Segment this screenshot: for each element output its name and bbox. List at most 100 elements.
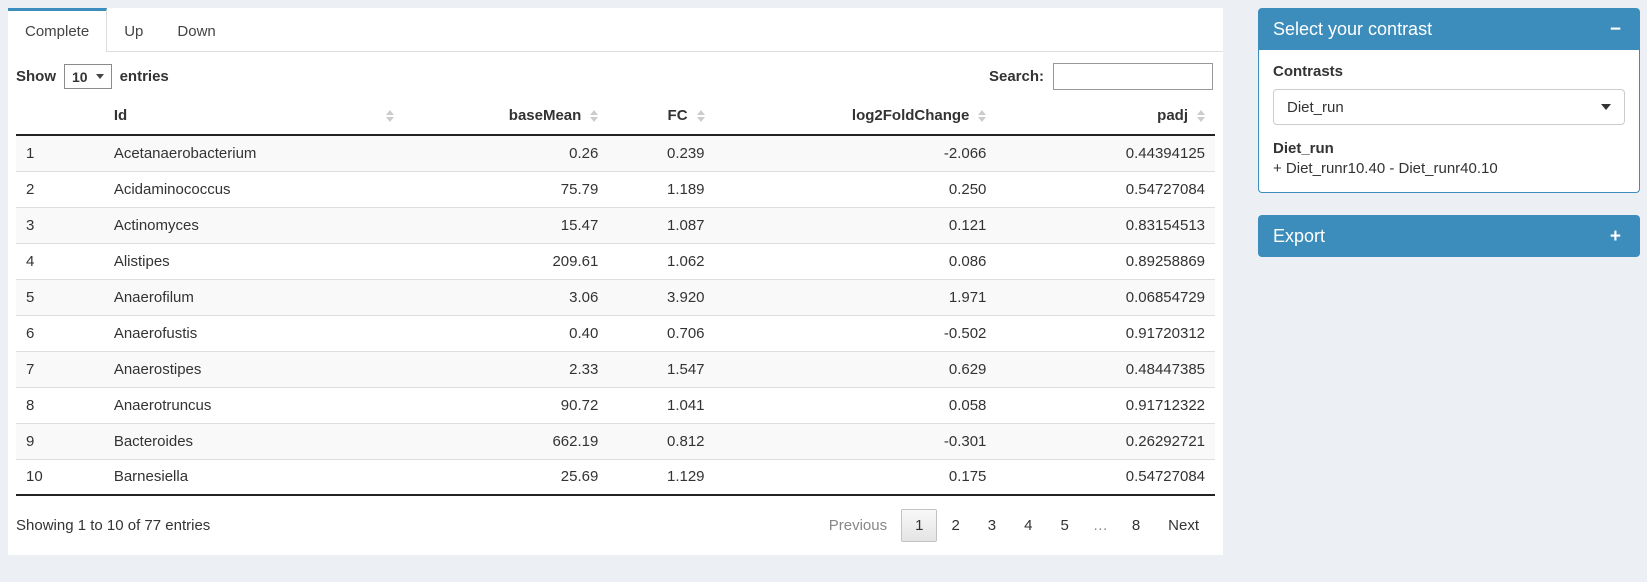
search-input[interactable] (1053, 63, 1213, 90)
page-number-2[interactable]: 2 (937, 509, 973, 542)
cell-log2fc: 1.971 (715, 279, 997, 315)
column-header-fc-label: FC (668, 107, 688, 124)
cell-padj: 0.89258869 (996, 243, 1215, 279)
cell-basemean: 75.79 (404, 171, 608, 207)
cell-id: Bacteroides (104, 423, 404, 459)
sort-icon (1197, 110, 1205, 122)
results-panel: Complete Up Down Show 10 entries Search: (8, 8, 1223, 555)
cell-fc: 1.189 (608, 171, 714, 207)
cell-index: 8 (16, 387, 104, 423)
cell-index: 4 (16, 243, 104, 279)
expand-plus-icon[interactable]: + (1606, 225, 1625, 248)
tab-down-label: Down (177, 23, 215, 40)
contrast-box-title: Select your contrast (1273, 19, 1432, 40)
column-header-basemean[interactable]: baseMean (404, 97, 608, 135)
sort-icon (697, 110, 705, 122)
cell-id: Acidaminococcus (104, 171, 404, 207)
cell-fc: 0.239 (608, 135, 714, 171)
table-wrap: Id baseMean FC (8, 97, 1223, 496)
cell-padj: 0.83154513 (996, 207, 1215, 243)
cell-id: Actinomyces (104, 207, 404, 243)
table-header-row: Id baseMean FC (16, 97, 1215, 135)
table-footer: Showing 1 to 10 of 77 entries Previous12… (8, 496, 1223, 542)
page-length-select[interactable]: 10 (64, 64, 112, 89)
cell-basemean: 662.19 (404, 423, 608, 459)
contrast-select[interactable]: Diet_run (1273, 89, 1625, 125)
tab-down[interactable]: Down (160, 8, 232, 51)
cell-index: 9 (16, 423, 104, 459)
column-header-log2foldchange[interactable]: log2FoldChange (715, 97, 997, 135)
contrast-select-value: Diet_run (1287, 99, 1344, 116)
page-previous-button[interactable]: Previous (815, 509, 901, 542)
page-number-3[interactable]: 3 (974, 509, 1010, 542)
page-number-5[interactable]: 5 (1046, 509, 1082, 542)
contrast-box-header: Select your contrast − (1258, 8, 1640, 50)
column-header-fc[interactable]: FC (608, 97, 714, 135)
cell-padj: 0.48447385 (996, 351, 1215, 387)
cell-id: Anaerofustis (104, 315, 404, 351)
page-length-control: Show 10 entries (16, 64, 169, 89)
table-controls: Show 10 entries Search: (8, 52, 1223, 97)
column-header-basemean-label: baseMean (509, 107, 582, 124)
table-row: 2Acidaminococcus75.791.1890.2500.5472708… (16, 171, 1215, 207)
cell-fc: 1.547 (608, 351, 714, 387)
cell-padj: 0.06854729 (996, 279, 1215, 315)
page-number-4[interactable]: 4 (1010, 509, 1046, 542)
tab-up-label: Up (124, 23, 143, 40)
cell-fc: 1.087 (608, 207, 714, 243)
contrast-box: Select your contrast − Contrasts Diet_ru… (1258, 8, 1640, 193)
tab-complete[interactable]: Complete (8, 8, 107, 52)
cell-padj: 0.54727084 (996, 171, 1215, 207)
column-header-padj[interactable]: padj (996, 97, 1215, 135)
cell-fc: 1.062 (608, 243, 714, 279)
cell-log2fc: -0.502 (715, 315, 997, 351)
cell-padj: 0.26292721 (996, 423, 1215, 459)
column-header-id[interactable]: Id (104, 97, 404, 135)
page-number-8[interactable]: 8 (1118, 509, 1154, 542)
cell-id: Barnesiella (104, 459, 404, 495)
cell-id: Alistipes (104, 243, 404, 279)
cell-index: 10 (16, 459, 104, 495)
table-row: 1Acetanaerobacterium0.260.239-2.0660.443… (16, 135, 1215, 171)
table-info: Showing 1 to 10 of 77 entries (16, 517, 210, 534)
tab-bar: Complete Up Down (8, 8, 1223, 52)
column-header-index (16, 97, 104, 135)
cell-id: Anaerostipes (104, 351, 404, 387)
table-row: 7Anaerostipes2.331.5470.6290.48447385 (16, 351, 1215, 387)
sidebar: Select your contrast − Contrasts Diet_ru… (1258, 8, 1640, 279)
contrast-box-body: Contrasts Diet_run Diet_run + Diet_runr1… (1258, 50, 1640, 193)
cell-index: 2 (16, 171, 104, 207)
sort-icon (590, 110, 598, 122)
sort-icon (978, 110, 986, 122)
cell-log2fc: -2.066 (715, 135, 997, 171)
table-row: 3Actinomyces15.471.0870.1210.83154513 (16, 207, 1215, 243)
table-row: 6Anaerofustis0.400.706-0.5020.91720312 (16, 315, 1215, 351)
column-header-padj-label: padj (1157, 107, 1188, 124)
cell-basemean: 209.61 (404, 243, 608, 279)
cell-basemean: 2.33 (404, 351, 608, 387)
cell-padj: 0.91712322 (996, 387, 1215, 423)
collapse-minus-icon[interactable]: − (1606, 18, 1625, 41)
cell-log2fc: 0.175 (715, 459, 997, 495)
cell-padj: 0.91720312 (996, 315, 1215, 351)
cell-basemean: 15.47 (404, 207, 608, 243)
caret-down-icon (96, 74, 104, 79)
pagination: Previous12345…8Next (815, 509, 1213, 542)
cell-padj: 0.54727084 (996, 459, 1215, 495)
cell-log2fc: 0.121 (715, 207, 997, 243)
cell-basemean: 3.06 (404, 279, 608, 315)
contrast-formula: + Diet_runr10.40 - Diet_runr40.10 (1273, 160, 1625, 177)
page-next-button[interactable]: Next (1154, 509, 1213, 542)
entries-label: entries (120, 68, 169, 85)
page-number-1[interactable]: 1 (901, 509, 937, 542)
contrast-name: Diet_run (1273, 140, 1625, 157)
cell-log2fc: 0.629 (715, 351, 997, 387)
cell-basemean: 90.72 (404, 387, 608, 423)
show-label: Show (16, 68, 56, 85)
table-row: 5Anaerofilum3.063.9201.9710.06854729 (16, 279, 1215, 315)
cell-log2fc: -0.301 (715, 423, 997, 459)
cell-fc: 0.706 (608, 315, 714, 351)
tab-up[interactable]: Up (107, 8, 160, 51)
page-length-value: 10 (72, 69, 88, 85)
column-header-id-label: Id (114, 107, 127, 124)
